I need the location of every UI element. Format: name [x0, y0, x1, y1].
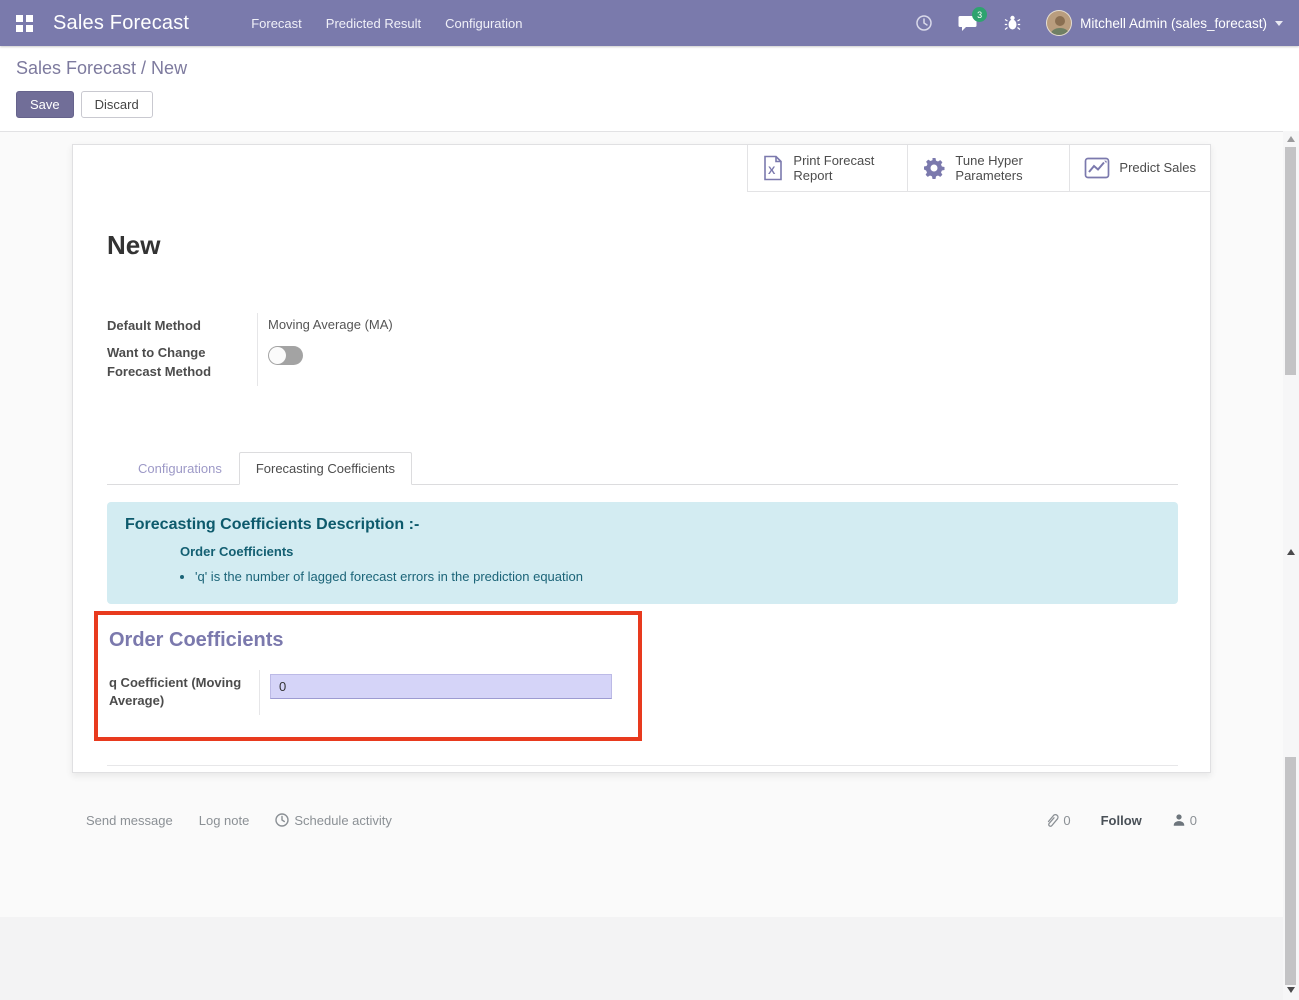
gear-icon	[922, 156, 946, 180]
app-title: Sales Forecast	[53, 12, 189, 35]
messages-count-badge: 3	[972, 7, 987, 22]
menu-configuration[interactable]: Configuration	[445, 16, 522, 31]
default-method-label: Default Method	[107, 313, 257, 340]
bug-icon[interactable]	[1002, 13, 1022, 33]
chevron-down-icon	[1275, 21, 1283, 26]
scrollbar[interactable]	[1283, 131, 1299, 1000]
line-chart-icon	[1084, 156, 1110, 180]
send-message-button[interactable]: Send message	[86, 813, 173, 828]
print-forecast-report-button[interactable]: X Print Forecast Report	[747, 145, 907, 191]
tab-forecasting-coefficients[interactable]: Forecasting Coefficients	[239, 452, 412, 485]
svg-text:X: X	[768, 165, 776, 177]
info-box-subtitle: Order Coefficients	[180, 544, 1160, 559]
content-area: X Print Forecast Report Tune Hyper Param…	[0, 131, 1299, 1000]
clock-icon	[275, 813, 289, 827]
sheet-divider	[107, 765, 1178, 766]
follower-person-icon	[1172, 813, 1186, 827]
q-coefficient-label: q Coefficient (Moving Average)	[109, 670, 249, 716]
followers-button[interactable]: 0	[1172, 813, 1197, 828]
chatter-background	[0, 917, 1299, 1000]
save-button[interactable]: Save	[16, 91, 74, 118]
schedule-activity-button[interactable]: Schedule activity	[275, 813, 392, 828]
scrollbar-thumb-upper[interactable]	[1285, 147, 1296, 375]
activities-clock-icon[interactable]	[914, 13, 934, 33]
control-buttons: Save Discard	[16, 91, 1283, 118]
navbar-right: 3 Mitchell Admin (sales_forecast)	[914, 10, 1283, 36]
notebook-tabs: Configurations Forecasting Coefficients	[107, 452, 1178, 485]
user-menu[interactable]: Mitchell Admin (sales_forecast)	[1046, 10, 1283, 36]
breadcrumb[interactable]: Sales Forecast / New	[16, 58, 1283, 79]
coefficient-field-row: q Coefficient (Moving Average)	[109, 670, 626, 716]
apps-menu-icon[interactable]	[16, 15, 33, 32]
scroll-down-arrow-icon[interactable]	[1287, 987, 1295, 993]
info-box-bullet: 'q' is the number of lagged forecast err…	[195, 569, 1160, 584]
scroll-up-arrow-icon[interactable]	[1287, 136, 1295, 142]
predict-sales-button[interactable]: Predict Sales	[1069, 145, 1210, 191]
attachments-count: 0	[1063, 813, 1070, 828]
order-coefficients-heading: Order Coefficients	[109, 629, 626, 652]
chatter-toolbar: Send message Log note Schedule activity …	[72, 803, 1211, 837]
q-coefficient-input[interactable]	[270, 674, 612, 699]
coefficients-info-box: Forecasting Coefficients Description :- …	[107, 502, 1178, 604]
form-sheet: X Print Forecast Report Tune Hyper Param…	[72, 144, 1211, 773]
discard-button[interactable]: Discard	[81, 91, 153, 118]
q-coefficient-cell	[259, 670, 626, 716]
followers-count: 0	[1190, 813, 1197, 828]
xls-file-icon: X	[762, 155, 784, 181]
info-box-title: Forecasting Coefficients Description :-	[125, 516, 1160, 534]
want-to-change-value	[257, 340, 1178, 386]
follow-button[interactable]: Follow	[1101, 813, 1142, 828]
form-field-group: Default Method Moving Average (MA) Want …	[107, 313, 1178, 386]
record-title: New	[107, 230, 1178, 261]
scrollbar-thumb-lower[interactable]	[1285, 757, 1296, 985]
messages-icon[interactable]: 3	[958, 13, 978, 33]
top-navbar: Sales Forecast Forecast Predicted Result…	[0, 0, 1299, 46]
want-to-change-label: Want to Change Forecast Method	[107, 340, 217, 386]
tab-configurations[interactable]: Configurations	[121, 452, 239, 485]
menu-forecast[interactable]: Forecast	[251, 16, 302, 31]
user-avatar	[1046, 10, 1072, 36]
main-menu: Forecast Predicted Result Configuration	[251, 16, 522, 31]
attachments-button[interactable]: 0	[1045, 813, 1070, 828]
forecast-method-toggle[interactable]	[268, 346, 303, 365]
user-name: Mitchell Admin (sales_forecast)	[1080, 16, 1267, 31]
default-method-value: Moving Average (MA)	[257, 313, 1178, 340]
tune-hyper-parameters-button[interactable]: Tune Hyper Parameters	[907, 145, 1069, 191]
log-note-button[interactable]: Log note	[199, 813, 250, 828]
menu-predicted-result[interactable]: Predicted Result	[326, 16, 421, 31]
form-button-bar: X Print Forecast Report Tune Hyper Param…	[73, 145, 1210, 192]
paperclip-icon	[1045, 813, 1059, 828]
scroll-up-arrow-dark-icon[interactable]	[1287, 549, 1295, 555]
highlight-outline: Order Coefficients q Coefficient (Moving…	[94, 611, 642, 742]
control-panel: Sales Forecast / New Save Discard	[0, 46, 1299, 131]
